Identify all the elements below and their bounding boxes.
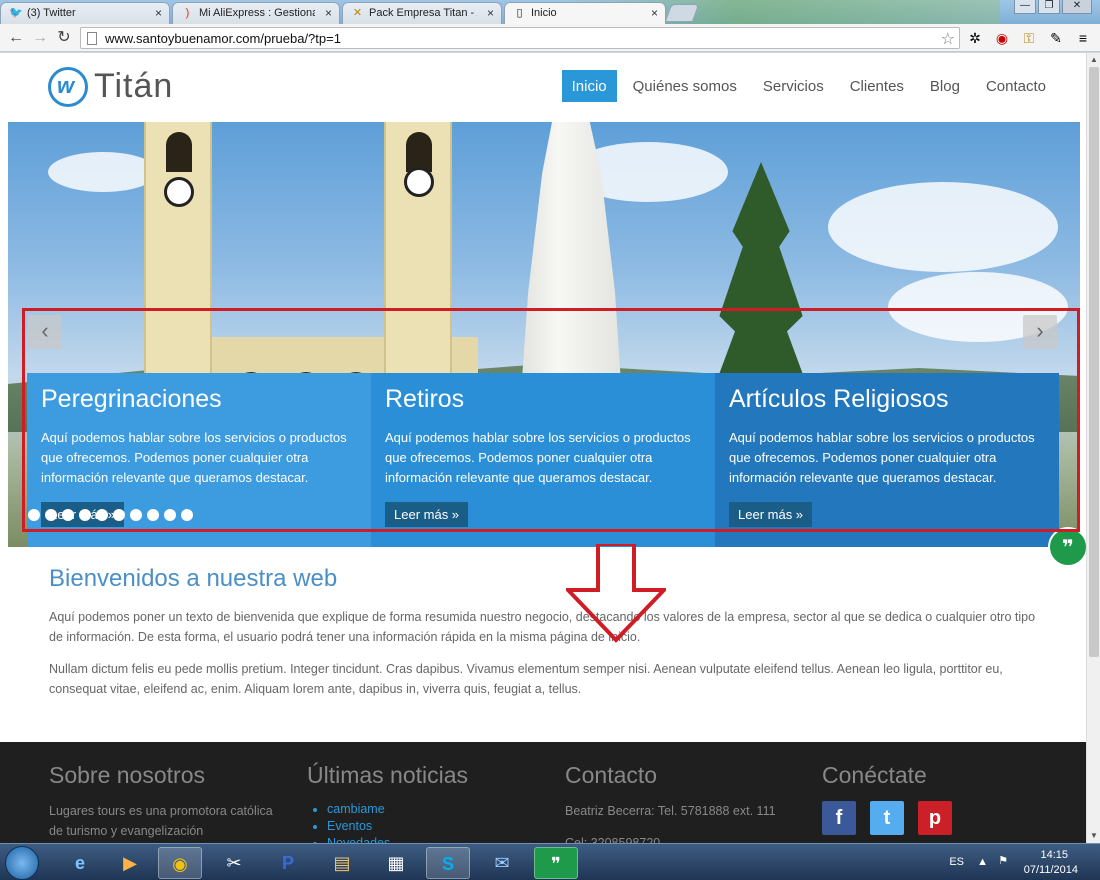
language-indicator[interactable]: ES — [949, 856, 964, 868]
clock-icon — [404, 167, 434, 197]
footer-news: Últimas noticias cambiame Eventos Noveda… — [307, 762, 547, 843]
clock-icon — [164, 177, 194, 207]
thunderbird-icon[interactable]: ✉ — [480, 847, 524, 879]
news-list: cambiame Eventos Novedades — [307, 801, 547, 843]
page-scrollbar[interactable]: ▲ ▼ — [1086, 53, 1100, 843]
social-links: f t p — [822, 801, 1062, 835]
annotation-highlight-box — [22, 308, 1080, 532]
tab-twitter[interactable]: 🐦 (3) Twitter × — [0, 2, 170, 24]
close-window-button[interactable]: ✕ — [1062, 0, 1092, 14]
tab-aliexpress[interactable]: ) Mi AliExpress : Gestionar C × — [172, 2, 340, 24]
close-icon[interactable]: × — [487, 6, 494, 20]
welcome-section: Bienvenidos a nuestra web Aquí podemos p… — [49, 565, 1049, 711]
clock-date[interactable]: 07/11/2014 — [1024, 864, 1078, 876]
windows-taskbar: e ▶ ◉ ✂ P ▤ ▦ S ✉ ❞ ES ▲ ⚑ 14:15 07/11/2… — [0, 843, 1100, 880]
skype-icon[interactable]: S — [426, 847, 470, 879]
nav-item-clientes[interactable]: Clientes — [840, 70, 914, 102]
extension-gear-icon[interactable]: ✲ — [966, 29, 984, 47]
action-center-flag-icon[interactable]: ⚑ — [998, 854, 1008, 867]
tab-inicio[interactable]: ▯ Inicio × — [504, 2, 666, 25]
browser-toolbar: ← → ↻ www.santoybuenamor.com/prueba/?tp=… — [0, 24, 1100, 52]
facebook-icon[interactable]: f — [822, 801, 856, 835]
chrome-icon[interactable]: ◉ — [158, 847, 202, 879]
cloud — [828, 182, 1058, 272]
hangouts-icon[interactable]: ❞ — [534, 847, 578, 879]
browser-tab-strip: 🐦 (3) Twitter × ) Mi AliExpress : Gestio… — [0, 0, 1100, 25]
internet-explorer-icon[interactable]: e — [58, 847, 102, 879]
logo-text[interactable]: Titán — [94, 67, 173, 106]
footer-heading: Contacto — [565, 762, 658, 788]
nav-item-contacto[interactable]: Contacto — [976, 70, 1056, 102]
media-player-icon[interactable]: ▶ — [108, 847, 152, 879]
scroll-up-icon[interactable]: ▲ — [1087, 53, 1100, 67]
scroll-down-icon[interactable]: ▼ — [1087, 829, 1100, 843]
tab-title: Mi AliExpress : Gestionar C — [199, 7, 315, 19]
twitter-icon[interactable]: t — [870, 801, 904, 835]
footer-social: Conéctate f t p — [822, 762, 1062, 835]
tab-titan-admin[interactable]: ✕ Pack Empresa Titan - Adm × — [342, 2, 502, 24]
close-icon[interactable]: × — [651, 6, 658, 20]
logo-icon[interactable]: w — [48, 67, 88, 107]
footer-contact: Contacto Beatriz Becerra: Tel. 5781888 e… — [565, 762, 805, 843]
page-icon — [87, 32, 97, 45]
site-footer: Sobre nosotros Lugares tours es una prom… — [0, 742, 1086, 843]
minimize-button[interactable]: — — [1014, 0, 1036, 14]
nav-item-servicios[interactable]: Servicios — [753, 70, 834, 102]
bookmark-star-icon[interactable]: ☆ — [941, 29, 955, 49]
footer-about: Sobre nosotros Lugares tours es una prom… — [49, 762, 289, 841]
contact-line: Beatriz Becerra: Tel. 5781888 ext. 111 — [565, 804, 776, 818]
extension-key-icon[interactable]: ⚿ — [1020, 29, 1038, 47]
footer-text: Lugares tours es una promotora católica … — [49, 804, 273, 838]
address-bar[interactable]: www.santoybuenamor.com/prueba/?tp=1 ☆ — [80, 27, 960, 49]
twitter-icon: 🐦 — [9, 7, 23, 19]
footer-heading: Últimas noticias — [307, 762, 469, 788]
menu-icon[interactable]: ≡ — [1074, 29, 1092, 47]
footer-heading: Conéctate — [822, 762, 927, 788]
publisher-icon[interactable]: P — [266, 847, 310, 879]
close-icon[interactable]: × — [325, 6, 332, 20]
annotation-down-arrow-icon — [566, 544, 666, 643]
contact-line: Cel: 3208598720 — [565, 836, 661, 843]
welcome-paragraph: Nullam dictum felis eu pede mollis preti… — [49, 662, 1003, 696]
site-header: w Titán Inicio Quiénes somos Servicios C… — [0, 53, 1086, 121]
show-hidden-icons-icon[interactable]: ▲ — [977, 856, 988, 868]
cloud — [48, 152, 158, 192]
back-arrow-icon[interactable]: ← — [6, 28, 26, 48]
folder-icon[interactable]: ▤ — [320, 847, 364, 879]
extension-tools-icon[interactable]: ✎ — [1047, 29, 1065, 47]
tools-icon[interactable]: ✂ — [212, 847, 256, 879]
apps-grid-icon[interactable]: ▦ — [374, 847, 418, 879]
page-icon: ▯ — [516, 7, 523, 19]
footer-heading: Sobre nosotros — [49, 762, 205, 788]
tab-title: Inicio — [531, 7, 557, 19]
titan-admin-icon: ✕ — [352, 7, 363, 19]
reload-icon[interactable]: ↻ — [54, 28, 74, 48]
tab-title: (3) Twitter — [27, 7, 76, 19]
main-nav: Inicio Quiénes somos Servicios Clientes … — [561, 70, 1056, 102]
welcome-paragraph: Aquí podemos poner un texto de bienvenid… — [49, 610, 1036, 644]
pinterest-icon[interactable]: p — [918, 801, 952, 835]
clock-time[interactable]: 14:15 — [1040, 849, 1068, 861]
forward-arrow-icon[interactable]: → — [30, 28, 50, 48]
tab-title: Pack Empresa Titan - Adm — [369, 7, 477, 19]
url-text: www.santoybuenamor.com/prueba/?tp=1 — [105, 31, 341, 46]
chat-button[interactable]: ❞ — [1048, 527, 1088, 567]
news-link[interactable]: Eventos — [327, 818, 547, 835]
aliexpress-icon: ) — [185, 7, 190, 19]
welcome-title: Bienvenidos a nuestra web — [49, 565, 338, 592]
close-icon[interactable]: × — [155, 6, 162, 20]
news-link[interactable]: cambiame — [327, 801, 547, 818]
start-button[interactable] — [5, 846, 39, 880]
window-controls: — ❐ ✕ — [1014, 0, 1092, 14]
nav-item-quienes-somos[interactable]: Quiénes somos — [623, 70, 747, 102]
nav-item-blog[interactable]: Blog — [920, 70, 970, 102]
nav-item-inicio[interactable]: Inicio — [561, 70, 617, 102]
extension-opera-icon[interactable]: ◉ — [993, 29, 1011, 47]
news-link[interactable]: Novedades — [327, 835, 547, 843]
scrollbar-thumb[interactable] — [1089, 67, 1099, 657]
maximize-button[interactable]: ❐ — [1038, 0, 1060, 14]
